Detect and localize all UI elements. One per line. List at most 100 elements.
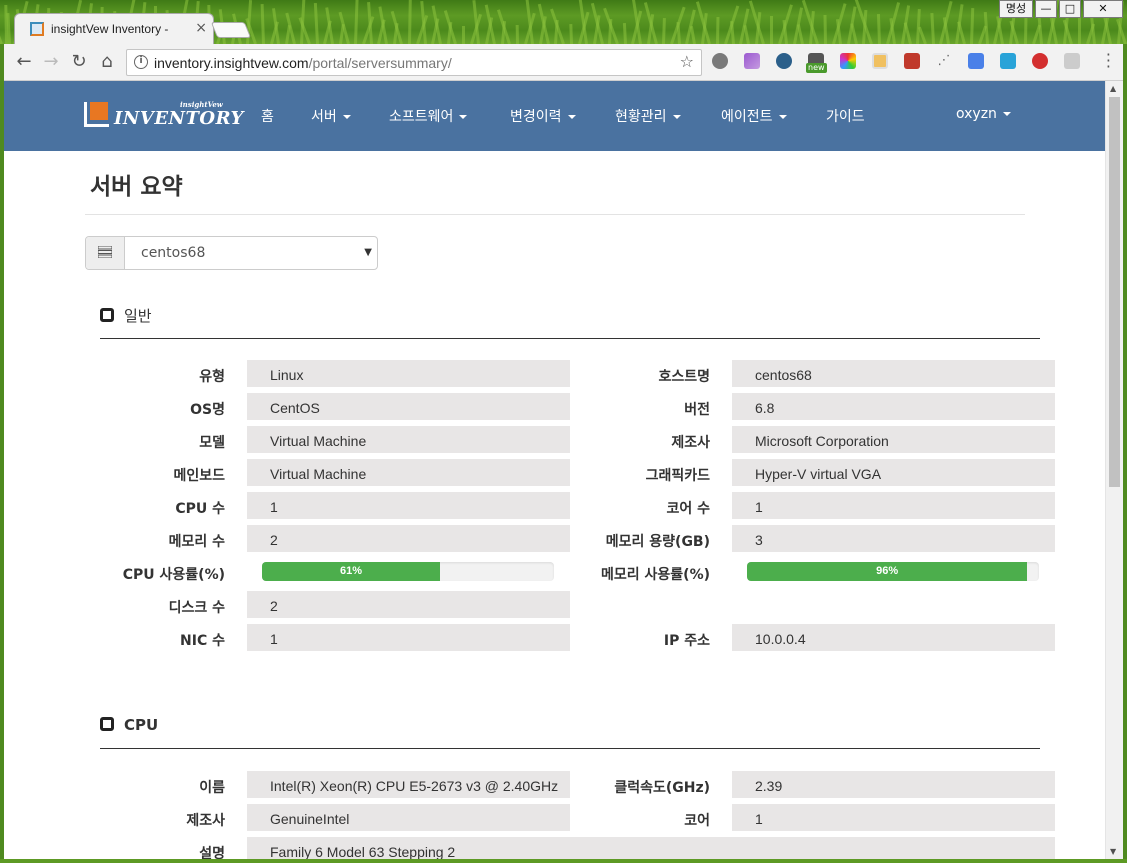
share-extension-icon[interactable]: ⋰ bbox=[936, 53, 952, 69]
grass-blade bbox=[876, 13, 881, 44]
color-extension-icon[interactable] bbox=[840, 53, 856, 69]
scroll-up-icon[interactable]: ▲ bbox=[1110, 84, 1116, 93]
grass-blade bbox=[770, 16, 773, 44]
logo-mark-icon bbox=[84, 102, 109, 127]
cpu-usage-progress: 61% bbox=[262, 562, 554, 581]
field-label: 호스트명 bbox=[658, 369, 710, 385]
translate-extension-icon[interactable] bbox=[968, 53, 984, 69]
scroll-down-icon[interactable]: ▼ bbox=[1110, 847, 1116, 856]
grass-blade bbox=[515, 24, 519, 44]
field-label: 메모리 사용률(%) bbox=[601, 567, 710, 583]
field-value: Microsoft Corporation bbox=[732, 426, 1055, 453]
server-select-value: centos68 bbox=[141, 245, 206, 261]
cpu-field-value: 1 bbox=[732, 804, 1055, 831]
cpu-field-value: 2.39 bbox=[732, 771, 1055, 798]
nav-status-management[interactable]: 현황관리 bbox=[615, 106, 681, 126]
nav-server[interactable]: 서버 bbox=[311, 106, 351, 126]
field-value: 1 bbox=[247, 624, 570, 651]
nav-agent[interactable]: 에이전트 bbox=[721, 106, 787, 126]
top-navbar: insightVew INVENTORY 홈 서버 소프트웨어 변경이력 현황관… bbox=[4, 81, 1105, 151]
field-label: 제조사 bbox=[671, 435, 710, 451]
cpu-field-value: Family 6 Model 63 Stepping 2 bbox=[247, 837, 1055, 859]
tab-close-icon[interactable]: × bbox=[195, 20, 207, 36]
back-icon[interactable]: ← bbox=[14, 52, 34, 72]
pinterest-extension-icon[interactable] bbox=[1032, 53, 1048, 69]
grass-blade bbox=[716, 16, 720, 44]
grass-blade bbox=[930, 12, 935, 44]
user-menu[interactable]: oxyzn bbox=[956, 106, 1011, 122]
gray-extension-icon[interactable] bbox=[1064, 53, 1080, 69]
new-tab-button[interactable] bbox=[210, 22, 252, 38]
cpu-usage-bar: 61% bbox=[262, 562, 441, 581]
field-value: 6.8 bbox=[732, 393, 1055, 420]
title-divider bbox=[85, 214, 1025, 215]
section-square-icon bbox=[100, 717, 114, 731]
grass-blade bbox=[260, 3, 265, 44]
cpu-field-label: 클럭속도(GHz) bbox=[614, 780, 710, 796]
field-value: Hyper-V virtual VGA bbox=[732, 459, 1055, 486]
field-label: 디스크 수 bbox=[168, 600, 225, 616]
server-list-icon bbox=[98, 246, 112, 258]
caret-down-icon bbox=[342, 115, 351, 119]
address-bar[interactable]: i inventory.insightvew.com/portal/server… bbox=[126, 49, 702, 76]
window-bottom-border bbox=[0, 859, 1127, 863]
nav-change-history[interactable]: 변경이력 bbox=[510, 106, 576, 126]
cpu-field-label: 코어 bbox=[684, 813, 710, 829]
field-label: 유형 bbox=[199, 369, 225, 385]
grass-blade bbox=[823, 14, 827, 44]
note-extension-icon[interactable] bbox=[872, 53, 888, 69]
caret-down-icon bbox=[672, 115, 681, 119]
evernote-extension-icon[interactable] bbox=[712, 53, 728, 69]
field-value: 3 bbox=[732, 525, 1055, 552]
field-label: 메모리 수 bbox=[168, 534, 225, 550]
window-minimize-button[interactable]: — bbox=[1035, 0, 1057, 18]
nav-guide[interactable]: 가이드 bbox=[826, 106, 865, 126]
grass-blade bbox=[662, 17, 667, 44]
grass-blade bbox=[970, 7, 975, 44]
reload-icon[interactable]: ↻ bbox=[69, 52, 89, 72]
grass-blade bbox=[622, 22, 627, 44]
favicon-icon bbox=[30, 22, 44, 36]
menu-kebab-icon[interactable]: · · · bbox=[1106, 47, 1111, 75]
field-value: Virtual Machine bbox=[247, 459, 570, 486]
cpu-section-divider bbox=[100, 748, 1040, 749]
pen-extension-icon[interactable] bbox=[744, 53, 760, 69]
forward-icon[interactable]: → bbox=[41, 52, 61, 72]
field-value: centos68 bbox=[732, 360, 1055, 387]
field-label: IP 주소 bbox=[663, 633, 710, 649]
vertical-scrollbar[interactable]: ▲ ▼ bbox=[1105, 81, 1123, 859]
field-label: 모델 bbox=[199, 435, 225, 451]
bookmark-star-icon[interactable]: ☆ bbox=[680, 52, 694, 71]
window-user-button[interactable]: 명성 bbox=[999, 0, 1033, 18]
field-value: 2 bbox=[247, 591, 570, 618]
cpu-field-label: 제조사 bbox=[186, 813, 225, 829]
shield-extension-icon[interactable] bbox=[776, 53, 792, 69]
window-extension-icon[interactable] bbox=[1000, 53, 1016, 69]
nav-home[interactable]: 홈 bbox=[261, 106, 274, 126]
server-select[interactable]: centos68 ▼ bbox=[85, 236, 378, 270]
field-label: OS명 bbox=[190, 402, 225, 418]
page-title: 서버 요약 bbox=[90, 174, 183, 200]
field-label: 메모리 용량(GB) bbox=[605, 534, 710, 550]
general-section-divider bbox=[100, 338, 1040, 339]
new-badge: new bbox=[806, 63, 827, 73]
cpu-field-value: GenuineIntel bbox=[247, 804, 570, 831]
inventory-logo[interactable]: insightVew INVENTORY bbox=[84, 100, 243, 131]
site-info-icon[interactable]: i bbox=[134, 55, 148, 69]
nav-software[interactable]: 소프트웨어 bbox=[389, 106, 468, 126]
field-value: 2 bbox=[247, 525, 570, 552]
browser-tab[interactable]: insightVew Inventory - × bbox=[14, 13, 214, 44]
window-maximize-button[interactable]: □ bbox=[1059, 0, 1081, 18]
window-titlebar: insightVew Inventory - × 명성 — □ ✕ bbox=[0, 0, 1127, 44]
scrollbar-thumb[interactable] bbox=[1109, 97, 1120, 487]
home-icon[interactable]: ⌂ bbox=[97, 52, 117, 72]
book-extension-icon[interactable] bbox=[904, 53, 920, 69]
grass-blade bbox=[569, 23, 573, 44]
window-close-button[interactable]: ✕ bbox=[1083, 0, 1123, 18]
field-value: Linux bbox=[247, 360, 570, 387]
field-label: 코어 수 bbox=[666, 501, 710, 517]
field-label: CPU 사용률(%) bbox=[122, 567, 225, 583]
cpu-section-heading: CPU bbox=[100, 716, 158, 734]
cpu-field-label: 이름 bbox=[199, 780, 225, 796]
general-section-heading: 일반 bbox=[100, 305, 152, 326]
